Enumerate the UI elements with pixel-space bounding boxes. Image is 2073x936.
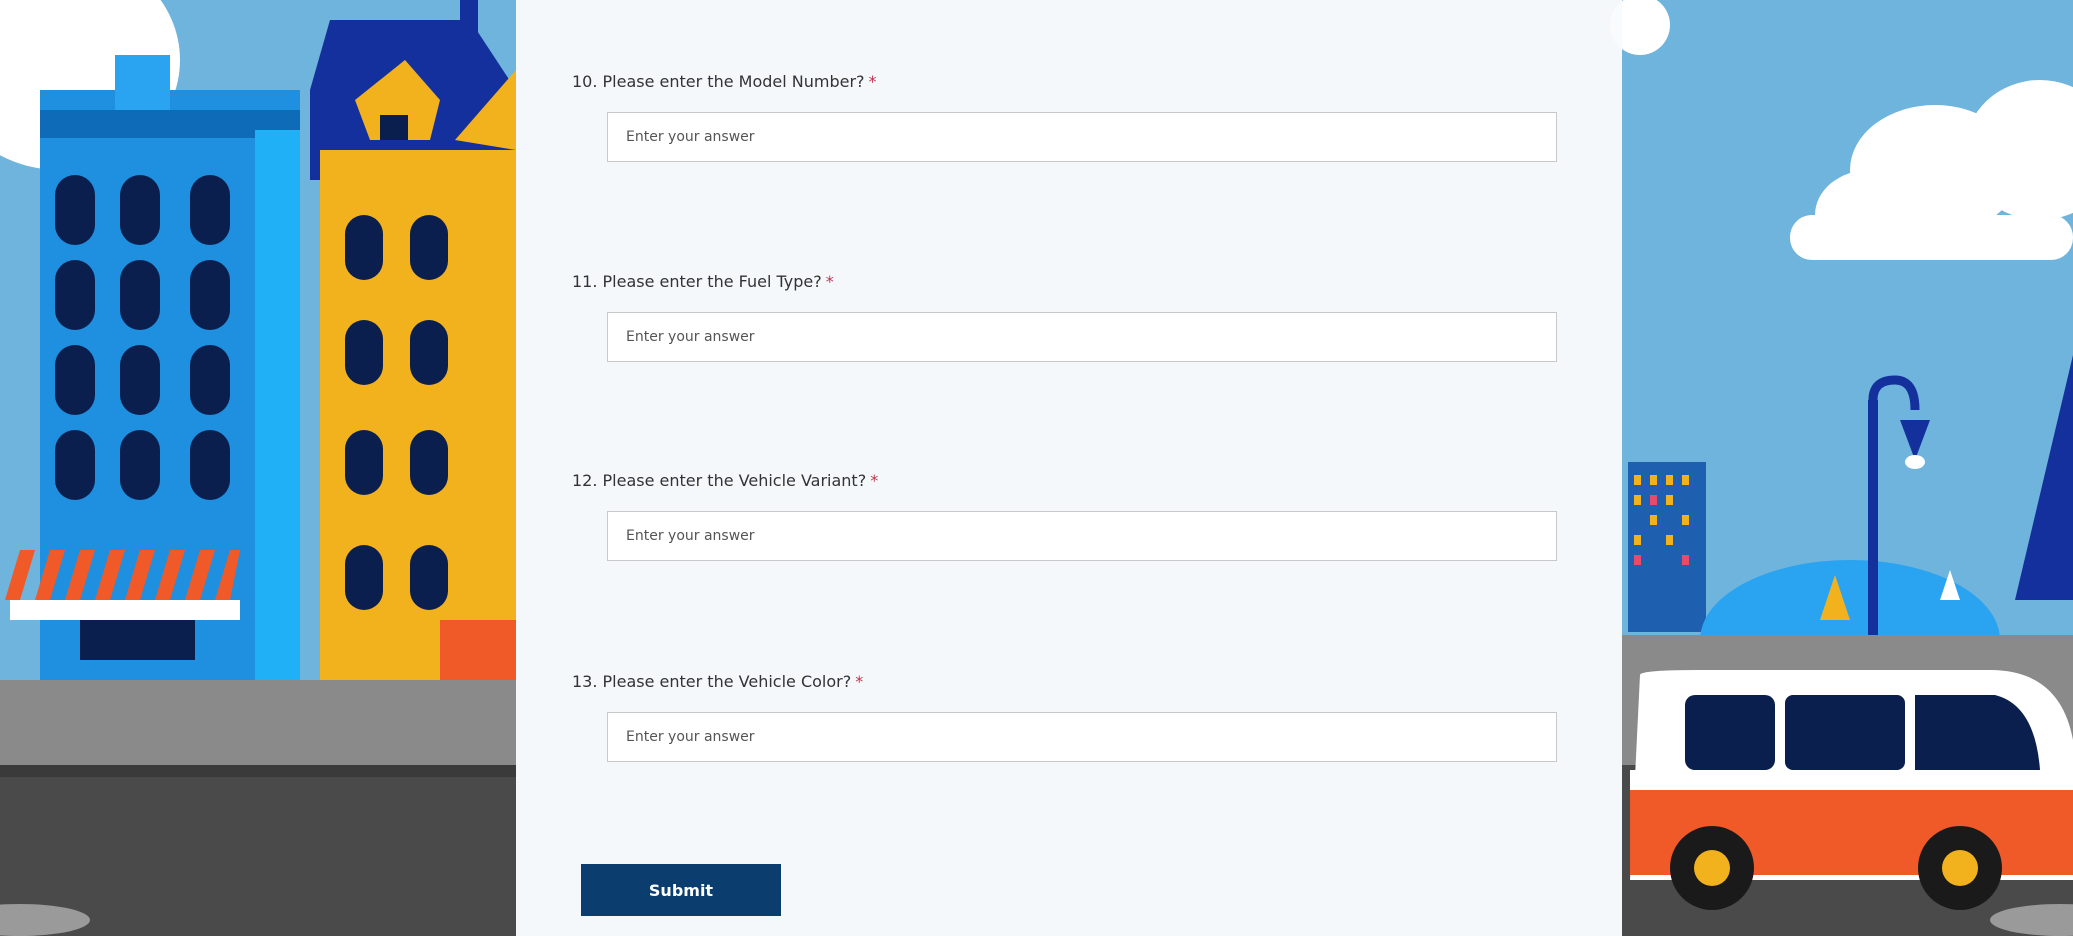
question-label-vehicle-variant: 12. Please enter the Vehicle Variant? *	[572, 469, 1572, 493]
question-vehicle-variant: 12. Please enter the Vehicle Variant? *	[572, 469, 1572, 561]
question-text: 13. Please enter the Vehicle Color?	[572, 672, 852, 691]
question-text: 10. Please enter the Model Number?	[572, 72, 865, 91]
required-asterisk: *	[868, 72, 877, 91]
required-asterisk: *	[855, 672, 864, 691]
form-panel: 10. Please enter the Model Number?* 11. …	[516, 0, 1622, 936]
required-asterisk: *	[870, 471, 879, 490]
question-label-model-number: 10. Please enter the Model Number? *	[572, 70, 1572, 94]
model-number-input[interactable]	[607, 112, 1557, 162]
vehicle-color-input[interactable]	[607, 712, 1557, 762]
vehicle-variant-input[interactable]	[607, 511, 1557, 561]
fuel-type-input[interactable]	[607, 312, 1557, 362]
question-vehicle-color: 13. Please enter the Vehicle Color? *	[572, 670, 1572, 762]
required-asterisk: *	[825, 272, 834, 291]
question-fuel-type: 11. Please enter the Fuel Type? *	[572, 270, 1572, 362]
question-label-vehicle-color: 13. Please enter the Vehicle Color? *	[572, 670, 1572, 694]
question-label-fuel-type: 11. Please enter the Fuel Type? *	[572, 270, 1572, 294]
question-model-number: 10. Please enter the Model Number? *	[572, 70, 1572, 162]
question-text: 11. Please enter the Fuel Type?	[572, 272, 822, 291]
submit-button[interactable]: Submit	[581, 864, 781, 916]
question-text: 12. Please enter the Vehicle Variant?	[572, 471, 867, 490]
